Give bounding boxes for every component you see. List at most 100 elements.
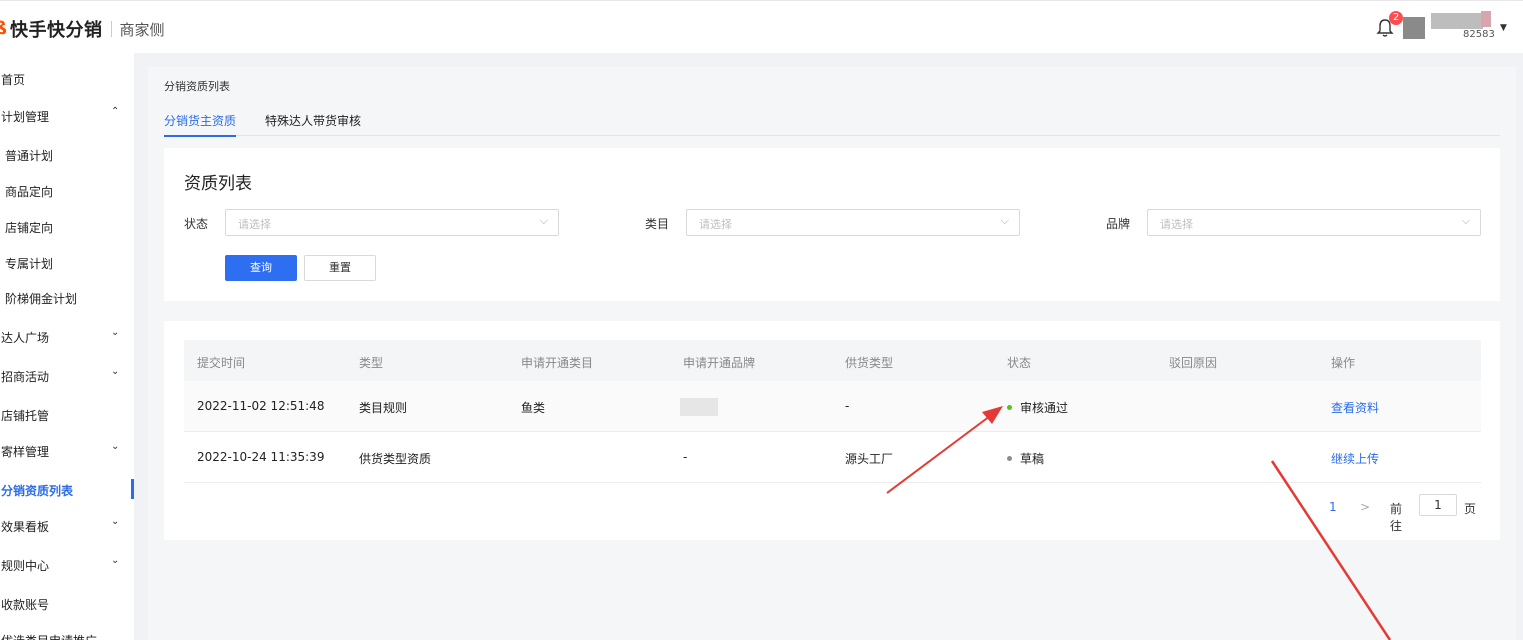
table-row: 2022-10-24 11:35:39 供货类型资质 - 源头工厂 草稿 继续上…: [184, 432, 1481, 483]
status-select[interactable]: 请选择 ⌵: [225, 209, 559, 236]
logo[interactable]: ß 快手快分销 商家侧: [0, 16, 165, 42]
sidebar-item-label: 分销资质列表: [1, 484, 74, 498]
sidebar-item-home[interactable]: 首页: [0, 63, 134, 93]
sidebar-item-label: 优选类目申请推广: [1, 632, 97, 640]
column-header: 申请开通品牌: [683, 356, 756, 370]
app-root: ß 快手快分销 商家侧 2 82583 ▼ 首页 计划管理 ⌃ 普通计划 商品定向…: [0, 0, 1523, 640]
username-redacted: [1431, 13, 1483, 29]
status-text: 审核通过: [1020, 401, 1069, 415]
column-header: 供货类型: [845, 356, 894, 370]
sidebar-item-label: 店铺定向: [5, 221, 54, 235]
sidebar-item-label: 招商活动: [1, 370, 50, 384]
brand-select[interactable]: 请选择 ⌵: [1147, 209, 1481, 236]
sidebar-item-label: 专属计划: [5, 257, 54, 271]
top-header: ß 快手快分销 商家侧 2 82583 ▼: [0, 0, 1523, 53]
main-content: 分销资质列表 分销货主资质 特殊达人带货审核 资质列表 状态 请选择 ⌵ 类目 …: [134, 53, 1523, 640]
chevron-down-icon: ⌵: [539, 214, 548, 227]
chevron-up-icon: ⌃: [111, 106, 120, 117]
cell-supply-type: -: [845, 399, 850, 413]
sidebar-item-label: 商品定向: [5, 185, 54, 199]
cell-type: 供货类型资质: [359, 452, 432, 466]
table-row: 2022-11-02 12:51:48 类目规则 鱼类 - 审核通过 查看资料: [184, 381, 1481, 432]
user-id: 82583: [1463, 29, 1495, 40]
chevron-down-icon: ⌵: [1000, 214, 1009, 227]
user-avatar[interactable]: 82583: [1403, 11, 1495, 45]
status-dot-icon: [1007, 405, 1012, 410]
chevron-down-icon[interactable]: ▼: [1500, 23, 1507, 33]
sidebar-item-label: 普通计划: [5, 149, 54, 163]
sidebar-item-label: 计划管理: [1, 110, 50, 124]
cell-category: 鱼类: [521, 401, 546, 415]
page-title: 资质列表: [184, 174, 252, 194]
filter-card: 资质列表 状态 请选择 ⌵ 类目 请选择 ⌵ 品牌 请选择 ⌵ 查询 重置: [164, 148, 1500, 301]
sidebar-item-label: 寄样管理: [1, 445, 50, 459]
sidebar-item-payment-account[interactable]: 收款账号: [0, 588, 134, 618]
continue-upload-link[interactable]: 继续上传: [1331, 450, 1379, 467]
content-panel: 分销资质列表 分销货主资质 特殊达人带货审核 资质列表 状态 请选择 ⌵ 类目 …: [148, 67, 1516, 640]
goto-page-input[interactable]: 1: [1419, 494, 1457, 516]
sidebar-item-product-target[interactable]: 商品定向: [0, 175, 134, 205]
avatar-image-redacted: [1403, 17, 1425, 39]
cell-status: 审核通过: [1007, 399, 1068, 416]
sidebar-item-plan-management[interactable]: 计划管理 ⌃: [0, 100, 134, 130]
chevron-down-icon: ⌵: [1461, 214, 1470, 227]
page-number-current[interactable]: 1: [1329, 500, 1337, 514]
logo-icon: ß: [0, 18, 7, 39]
select-placeholder: 请选择: [1160, 218, 1193, 231]
status-label: 状态: [184, 217, 209, 231]
tab-special-influencer-review[interactable]: 特殊达人带货审核: [265, 112, 361, 129]
sidebar-item-tiered-commission[interactable]: 阶梯佣金计划: [0, 282, 134, 312]
column-header: 状态: [1007, 356, 1032, 370]
sidebar-item-label: 规则中心: [1, 559, 50, 573]
chevron-down-icon: ⌄: [111, 366, 120, 377]
category-select[interactable]: 请选择 ⌵: [686, 209, 1020, 236]
sidebar-item-label: 效果看板: [1, 520, 50, 534]
table-header: 提交时间 类型 申请开通类目 申请开通品牌 供货类型 状态 驳回原因 操作: [184, 340, 1481, 381]
sidebar-item-sample-management[interactable]: 寄样管理 ⌄: [0, 435, 134, 465]
sidebar-item-influencer-square[interactable]: 达人广场 ⌄: [0, 321, 134, 351]
notification-badge: 2: [1389, 11, 1403, 25]
sidebar-item-exclusive-plan[interactable]: 专属计划: [0, 247, 134, 277]
sidebar-item-preferred-category[interactable]: 优选类目申请推广: [0, 624, 134, 640]
goto-label: 前往: [1390, 502, 1403, 533]
sidebar-item-shop-target[interactable]: 店铺定向: [0, 211, 134, 241]
sidebar-item-qualification-list[interactable]: 分销资质列表: [0, 474, 134, 504]
sidebar-item-shop-hosting[interactable]: 店铺托管: [0, 399, 134, 429]
cell-supply-type: 源头工厂: [845, 452, 894, 466]
avatar-mark-redacted: [1481, 11, 1491, 27]
chevron-right-icon[interactable]: >: [1360, 500, 1370, 514]
reset-button[interactable]: 重置: [304, 255, 376, 281]
sidebar-item-label: 收款账号: [1, 598, 50, 612]
sidebar-item-performance-board[interactable]: 效果看板 ⌄: [0, 510, 134, 540]
tab-label: 分销货主资质: [164, 114, 237, 128]
cell-submit-time: 2022-11-02 12:51:48: [197, 399, 325, 413]
status-dot-icon: [1007, 456, 1012, 461]
tab-bar: 分销货主资质 特殊达人带货审核: [164, 107, 1500, 137]
page-unit-label: 页: [1464, 502, 1477, 516]
column-header: 申请开通类目: [521, 356, 594, 370]
sidebar-item-normal-plan[interactable]: 普通计划: [0, 139, 134, 169]
tab-label: 特殊达人带货审核: [265, 114, 362, 128]
chevron-down-icon: ⌄: [111, 555, 120, 566]
view-details-link[interactable]: 查看资料: [1331, 399, 1379, 416]
tab-distribution-qualification[interactable]: 分销货主资质: [164, 112, 237, 137]
column-header: 类型: [359, 356, 384, 370]
table-card: 提交时间 类型 申请开通类目 申请开通品牌 供货类型 状态 驳回原因 操作 20…: [164, 321, 1500, 540]
sidebar: 首页 计划管理 ⌃ 普通计划 商品定向 店铺定向 专属计划 阶梯佣金计划 达人广场…: [0, 53, 134, 640]
sidebar-item-label: 首页: [1, 73, 26, 87]
chevron-down-icon: ⌄: [111, 441, 120, 452]
brand-subtitle: 商家侧: [119, 20, 165, 39]
select-placeholder: 请选择: [238, 218, 271, 231]
sidebar-item-recruit-activity[interactable]: 招商活动 ⌄: [0, 360, 134, 390]
brand-name: 快手快分销: [10, 20, 103, 41]
sidebar-item-rule-center[interactable]: 规则中心 ⌄: [0, 549, 134, 579]
chevron-down-icon: ⌄: [111, 516, 120, 527]
sidebar-item-label: 店铺托管: [1, 409, 50, 423]
sidebar-item-label: 达人广场: [1, 331, 50, 345]
cell-brand: -: [683, 450, 688, 464]
select-placeholder: 请选择: [699, 218, 732, 231]
column-header: 提交时间: [197, 356, 246, 370]
query-button[interactable]: 查询: [225, 255, 297, 281]
active-tab-underline: [164, 135, 237, 137]
sidebar-item-label: 阶梯佣金计划: [5, 292, 78, 306]
